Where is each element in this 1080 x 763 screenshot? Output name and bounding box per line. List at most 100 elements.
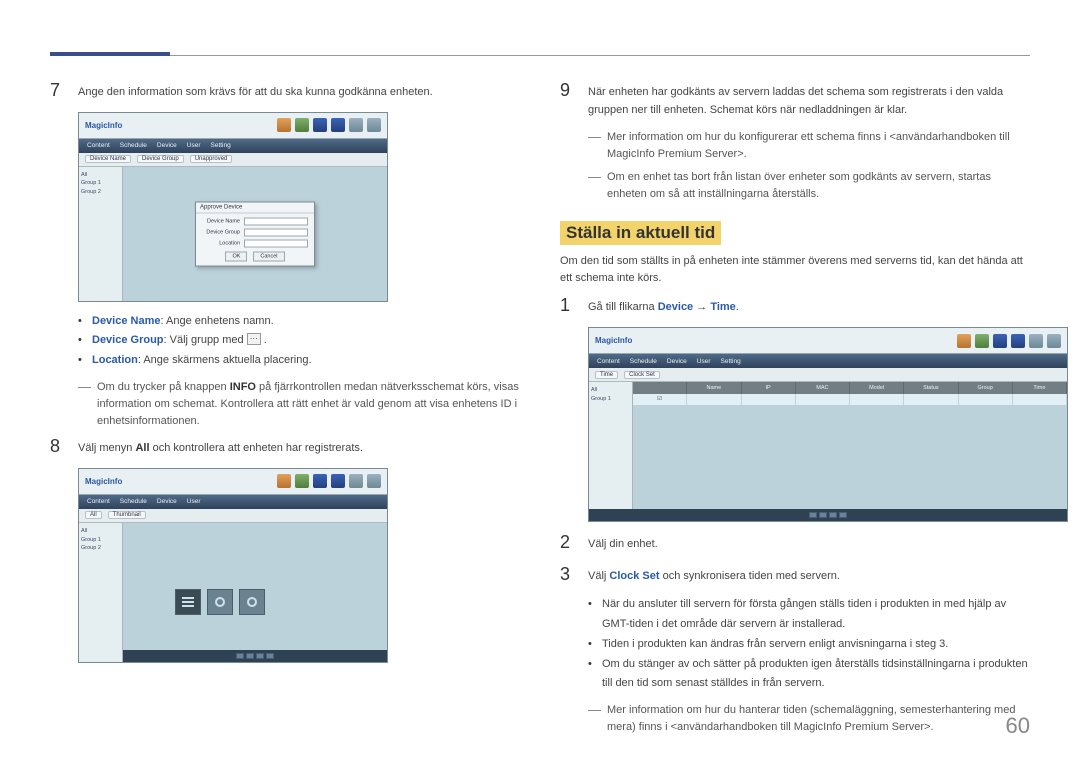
toolbar-icon [331, 118, 345, 132]
grid-cell: ☑ [633, 394, 687, 405]
mock-logo: MagicInfo [595, 336, 632, 345]
mock-menu-item: Schedule [120, 498, 147, 505]
bullet-device-group: Device Group: Välj grupp med . [78, 331, 520, 351]
toolbar-icon [349, 118, 363, 132]
text-fragment: Gå till flikarna [588, 301, 658, 313]
step-number: 3 [560, 564, 576, 586]
text-fragment: Välj menyn [78, 442, 135, 454]
toolbar-pill: Device Group [137, 155, 184, 163]
grid-cell [796, 394, 850, 405]
step-number: 1 [560, 295, 576, 317]
left-column: 7 Ange den information som krävs för att… [50, 80, 520, 742]
mock-titlebar: MagicInfo [589, 328, 1067, 354]
mock-pagination [123, 650, 387, 662]
mock-sidebar: AllGroup 1Group 2 [79, 523, 123, 662]
grid-cell [904, 394, 958, 405]
mock-body: Approve Device Device Name Device Group … [123, 167, 387, 301]
step-text: Välj menyn All och kontrollera att enhet… [78, 436, 520, 458]
note-config: ― Mer information om hur du konfigurerar… [588, 129, 1030, 163]
page-btn [246, 653, 254, 659]
toolbar-icon [957, 334, 971, 348]
toolbar-icon [277, 118, 291, 132]
mock-menu-item: Setting [721, 358, 741, 365]
device-tile [207, 589, 233, 615]
note-remove: ― Om en enhet tas bort från listan över … [588, 169, 1030, 203]
keyword: Device [658, 301, 693, 313]
step-1-time: 1 Gå till flikarna Device → Time. [560, 295, 1030, 317]
note-text: Om en enhet tas bort från listan över en… [607, 169, 1030, 203]
mock-menu-item: Setting [211, 142, 231, 149]
mock-menu-item: Device [157, 142, 177, 149]
note-final: ― Mer information om hur du hanterar tid… [588, 702, 1030, 736]
mock-toolbar: All Thumbnail [79, 509, 387, 523]
mock-menu-item: Schedule [630, 358, 657, 365]
screenshot-time-grid: MagicInfo Content Schedule Device User S… [588, 327, 1068, 522]
keyword-bold: All [135, 442, 149, 454]
toolbar-pill: Thumbnail [108, 511, 146, 519]
toolbar-icon [313, 118, 327, 132]
step-number: 2 [560, 532, 576, 554]
bullet-item: Tiden i produkten kan ändras från server… [588, 635, 1030, 655]
note-fragment: Om du trycker på knappen [97, 381, 230, 393]
mock-menu-item: User [187, 498, 201, 505]
toolbar-icon [1029, 334, 1043, 348]
note-text: Mer information om hur du konfigurerar e… [607, 129, 1030, 163]
step-number: 7 [50, 80, 66, 102]
page-btn [819, 512, 827, 518]
col-header: MAC [796, 382, 850, 394]
ok-button: OK [225, 251, 247, 261]
page-btn [829, 512, 837, 518]
keyword: Device Name [92, 315, 161, 327]
page-number: 60 [1006, 713, 1030, 739]
mock-sidebar: AllGroup 1Group 2 [79, 167, 123, 301]
col-header: Model [850, 382, 904, 394]
text-fragment: och synkronisera tiden med servern. [660, 570, 840, 582]
bullet-text: : Ange enhetens namn. [161, 315, 274, 327]
mock-sidebar: AllGroup 1 [589, 382, 633, 521]
grid-cell [959, 394, 1013, 405]
toolbar-icon [1011, 334, 1025, 348]
field-label: Location [202, 240, 240, 246]
toolbar-icon [1047, 334, 1061, 348]
text-fragment: Välj [588, 570, 609, 582]
toolbar-icon [295, 118, 309, 132]
note-text: Om du trycker på knappen INFO på fjärrko… [97, 379, 520, 430]
mock-dialog-body: Device Name Device Group Location OK Can… [196, 213, 314, 265]
mock-pagination [589, 509, 1067, 521]
col-header: Status [904, 382, 958, 394]
text-field [244, 239, 308, 247]
toolbar-icon [993, 334, 1007, 348]
mock-logo: MagicInfo [85, 121, 122, 130]
toolbar-pill: All [85, 511, 102, 519]
mock-menu: Content Schedule Device User [79, 495, 387, 509]
text-fragment: . [736, 301, 739, 313]
mock-menu: Content Schedule Device User Setting [79, 139, 387, 153]
mock-menu-item: Device [157, 498, 177, 505]
device-tile [175, 589, 201, 615]
power-icon [215, 597, 225, 607]
ellipsis-button-icon [247, 333, 261, 345]
keyword: Location [92, 354, 138, 366]
step-number: 8 [50, 436, 66, 458]
col-header: IP [742, 382, 796, 394]
mock-menu-item: Device [667, 358, 687, 365]
bullet-text: : Ange skärmens aktuella placering. [138, 354, 312, 366]
col-header [633, 382, 687, 394]
section-intro: Om den tid som ställts in på enheten int… [560, 253, 1030, 287]
toolbar-pill: Unapproved [190, 155, 233, 163]
bullet-device-name: Device Name: Ange enhetens namn. [78, 312, 520, 332]
right-column: 9 När enheten har godkänts av servern la… [560, 80, 1030, 742]
grid-cell [742, 394, 796, 405]
mock-menu-item: Content [87, 498, 110, 505]
bullet-item: När du ansluter till servern för första … [588, 595, 1030, 635]
mock-menu-item: User [187, 142, 201, 149]
screenshot-approve-dialog: MagicInfo Content Schedule Device User S… [78, 112, 388, 302]
toolbar-icon [313, 474, 327, 488]
grid-cell [687, 394, 741, 405]
final-bullets: När du ansluter till servern för första … [588, 595, 1030, 694]
mock-dialog: Approve Device Device Name Device Group … [195, 201, 315, 266]
bars-icon [182, 597, 194, 607]
step-text: När enheten har godkänts av servern ladd… [588, 80, 1030, 119]
step-8: 8 Välj menyn All och kontrollera att enh… [50, 436, 520, 458]
toolbar-icon [367, 118, 381, 132]
